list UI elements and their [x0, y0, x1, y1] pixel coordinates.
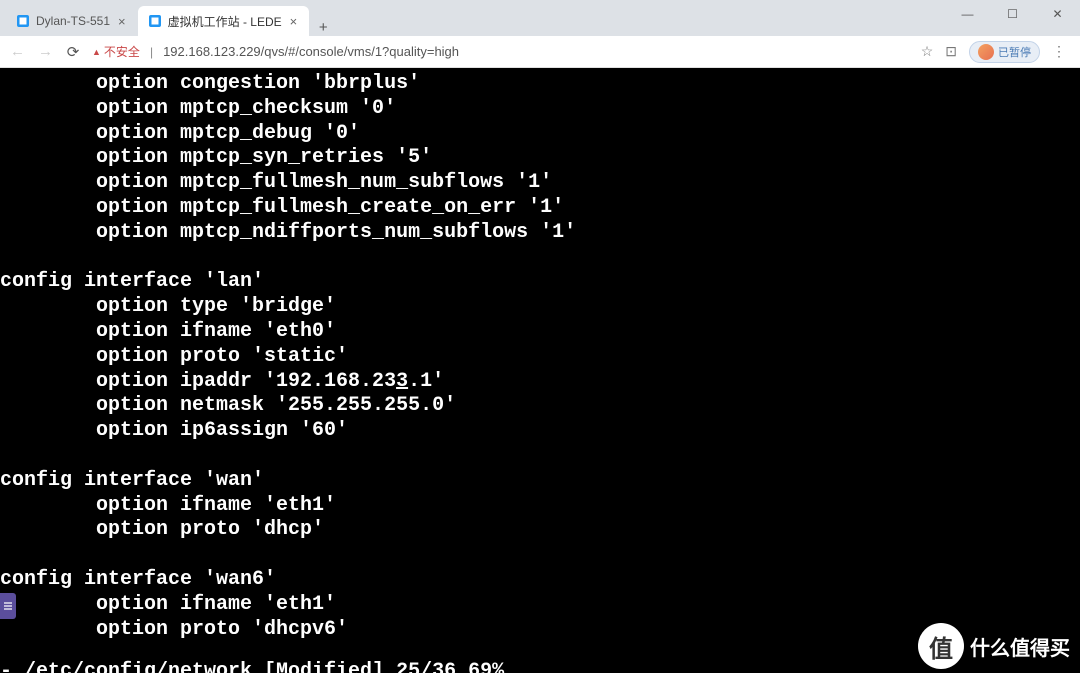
- window-close[interactable]: ✕: [1035, 0, 1080, 28]
- reload-button[interactable]: ⟳: [64, 41, 82, 63]
- terminal-line: option mptcp_fullmesh_create_on_err '1': [0, 196, 1080, 221]
- tab-close-icon[interactable]: ×: [288, 14, 300, 29]
- watermark-text: 什么值得买: [970, 632, 1070, 661]
- bookmark-star-icon[interactable]: ☆: [921, 43, 934, 60]
- tab-title: 虚拟机工作站 - LEDE: [168, 13, 282, 30]
- window-minimize[interactable]: —: [945, 0, 990, 28]
- back-button[interactable]: ←: [8, 41, 26, 62]
- tab-title: Dylan-TS-551: [36, 14, 110, 28]
- address-bar: ← → ⟳ ▲ 不安全 | 192.168.123.229/qvs/#/cons…: [0, 36, 1080, 68]
- profile-badge[interactable]: 已暂停: [969, 41, 1040, 63]
- terminal-line: [0, 543, 1080, 568]
- terminal-line: option congestion 'bbrplus': [0, 72, 1080, 97]
- watermark: 值 什么值得买: [918, 623, 1070, 669]
- menu-icon[interactable]: ⋮: [1052, 43, 1066, 60]
- terminal-line: option ifname 'eth1': [0, 593, 1080, 618]
- terminal-line: option ifname 'eth0': [0, 320, 1080, 345]
- window-maximize[interactable]: ☐: [990, 0, 1035, 28]
- terminal-line: option netmask '255.255.255.0': [0, 394, 1080, 419]
- terminal-console[interactable]: option congestion 'bbrplus' option mptcp…: [0, 68, 1080, 673]
- browser-tab-1[interactable]: Dylan-TS-551 ×: [6, 6, 138, 36]
- terminal-line: option mptcp_checksum '0': [0, 97, 1080, 122]
- terminal-line: option ifname 'eth1': [0, 494, 1080, 519]
- terminal-line: option mptcp_fullmesh_num_subflows '1': [0, 171, 1080, 196]
- extension-icon[interactable]: ⊡: [945, 43, 957, 60]
- side-panel-handle[interactable]: [0, 593, 16, 619]
- avatar-icon: [978, 44, 994, 60]
- tab-favicon-icon: [16, 14, 30, 28]
- terminal-line: option mptcp_syn_retries '5': [0, 146, 1080, 171]
- terminal-line: config interface 'wan': [0, 469, 1080, 494]
- terminal-line: config interface 'wan6': [0, 568, 1080, 593]
- browser-tab-bar: Dylan-TS-551 × 虚拟机工作站 - LEDE × +: [0, 0, 1080, 36]
- terminal-line: option mptcp_ndiffports_num_subflows '1': [0, 221, 1080, 246]
- terminal-line: [0, 444, 1080, 469]
- security-warning[interactable]: ▲ 不安全: [92, 43, 140, 60]
- terminal-line: option proto 'static': [0, 345, 1080, 370]
- url-separator: |: [150, 45, 153, 59]
- terminal-line: option proto 'dhcp': [0, 518, 1080, 543]
- terminal-line: config interface 'lan': [0, 270, 1080, 295]
- warning-text: 不安全: [104, 43, 140, 60]
- warning-icon: ▲: [92, 47, 101, 57]
- watermark-badge: 值: [918, 623, 964, 669]
- profile-status: 已暂停: [998, 44, 1031, 60]
- terminal-line: option type 'bridge': [0, 295, 1080, 320]
- terminal-line: option ipaddr '192.168.233.1': [0, 370, 1080, 395]
- browser-tab-2[interactable]: 虚拟机工作站 - LEDE ×: [138, 6, 310, 36]
- tab-favicon-icon: [148, 14, 162, 28]
- terminal-line: option ip6assign '60': [0, 419, 1080, 444]
- terminal-line: option mptcp_debug '0': [0, 122, 1080, 147]
- new-tab-button[interactable]: +: [309, 19, 337, 36]
- url-field[interactable]: 192.168.123.229/qvs/#/console/vms/1?qual…: [163, 44, 911, 59]
- terminal-line: [0, 246, 1080, 271]
- forward-button[interactable]: →: [36, 41, 54, 62]
- tab-close-icon[interactable]: ×: [116, 14, 128, 29]
